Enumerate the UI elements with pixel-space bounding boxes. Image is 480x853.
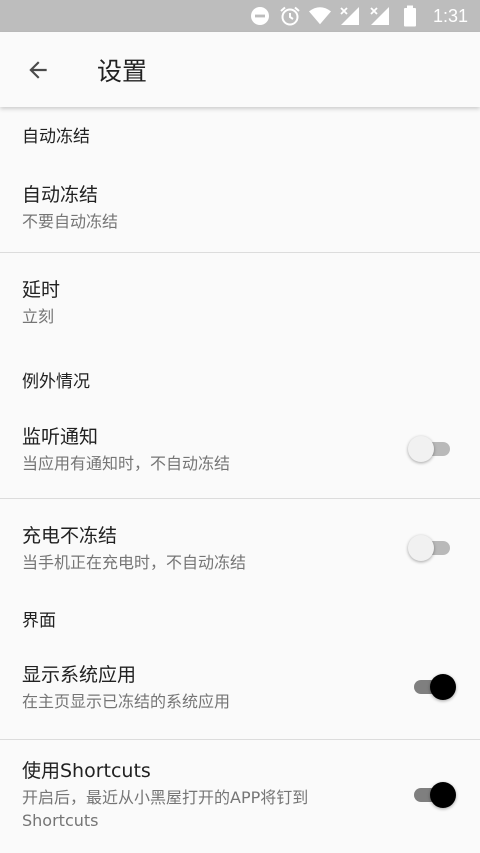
category-exceptions: 例外情况: [22, 372, 90, 392]
charging-toggle-switch[interactable]: [408, 533, 456, 563]
page-title: 设置: [97, 56, 148, 86]
category-auto-freeze: 自动冻结: [22, 127, 90, 147]
pref-delay[interactable]: 延时 立刻: [0, 253, 480, 352]
arrow-back-icon: [29, 60, 47, 79]
switch-thumb: [430, 782, 456, 808]
pref-title: 使用Shortcuts: [22, 760, 151, 782]
pref-title: 监听通知: [22, 425, 99, 448]
app-bar: 设置: [0, 32, 480, 107]
pref-title: 自动冻结: [22, 183, 99, 206]
pref-auto-freeze[interactable]: 自动冻结 不要自动冻结: [0, 162, 480, 252]
pref-summary: 开启后，最近从小黑屋打开的APP将钉到Shortcuts: [22, 788, 309, 830]
pref-use-shortcuts[interactable]: 使用Shortcuts 开启后，最近从小黑屋打开的APP将钉到Shortcuts: [0, 740, 480, 850]
signal-icon: [339, 5, 361, 27]
pref-show-system-apps[interactable]: 显示系统应用 在主页显示已冻结的系统应用: [0, 635, 480, 739]
category-interface: 界面: [22, 611, 56, 631]
pref-listen-notifications[interactable]: 监听通知 当应用有通知时，不自动冻结: [0, 400, 480, 498]
notification-toggle-switch[interactable]: [408, 434, 456, 464]
pref-summary: 当手机正在充电时，不自动冻结: [22, 552, 247, 572]
pref-summary: 在主页显示已冻结的系统应用: [22, 691, 231, 711]
shortcuts-toggle-switch[interactable]: [408, 780, 456, 810]
switch-thumb: [408, 436, 434, 462]
status-time: 1:31: [432, 5, 468, 26]
wifi-icon: [308, 5, 331, 27]
system-apps-toggle-switch[interactable]: [408, 672, 456, 702]
switch-thumb: [408, 535, 434, 561]
back-button[interactable]: [18, 50, 58, 90]
battery-icon: [399, 5, 421, 27]
alarm-icon: [279, 5, 301, 27]
pref-title: 充电不冻结: [22, 524, 118, 547]
status-bar: 1:31: [0, 0, 480, 32]
signal-icon: [369, 5, 391, 27]
switch-thumb: [430, 674, 456, 700]
pref-summary: 当应用有通知时，不自动冻结: [22, 453, 231, 473]
do-not-disturb-icon: [249, 5, 271, 27]
pref-summary: 立刻: [22, 307, 55, 326]
settings-list: 自动冻结 自动冻结 不要自动冻结 延时 立刻 例外情况 监听通知 当应用有通知时…: [0, 107, 480, 850]
pref-title: 显示系统应用: [22, 663, 137, 686]
pref-summary: 不要自动冻结: [22, 211, 119, 231]
pref-charging-no-freeze[interactable]: 充电不冻结 当手机正在充电时，不自动冻结: [0, 499, 480, 597]
pref-title: 延时: [22, 279, 61, 301]
